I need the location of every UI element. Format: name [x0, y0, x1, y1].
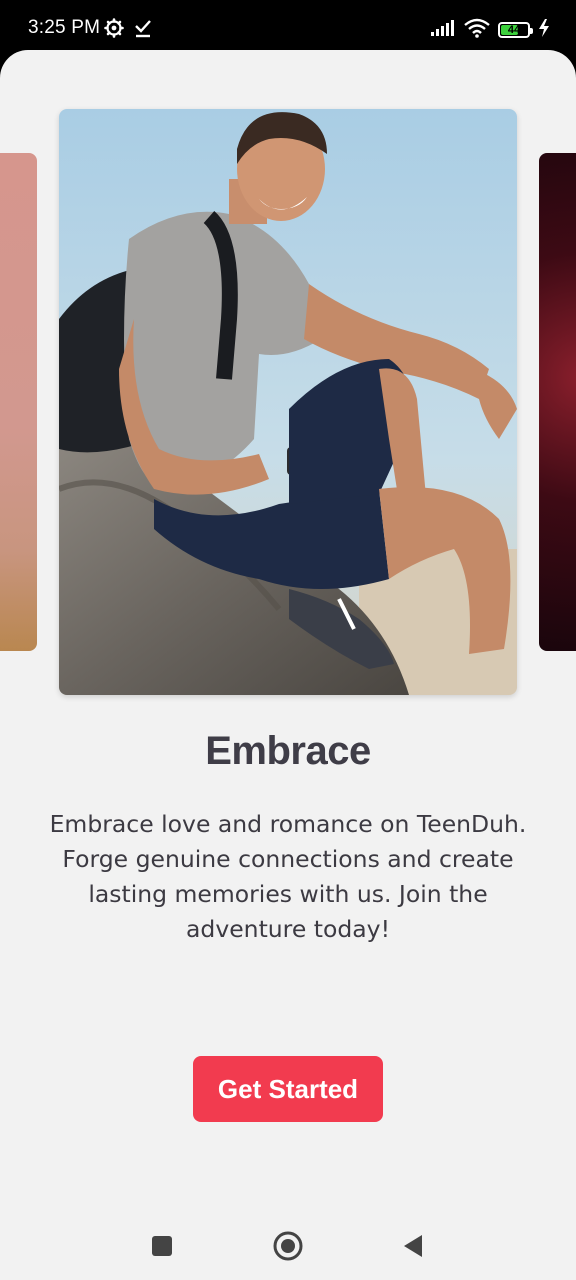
- signal-icon: [430, 19, 456, 41]
- home-icon[interactable]: [270, 1228, 306, 1264]
- recent-apps-icon[interactable]: [144, 1228, 180, 1264]
- download-done-icon: [134, 18, 152, 42]
- get-started-button[interactable]: Get Started: [193, 1056, 383, 1122]
- wifi-icon: [464, 18, 490, 42]
- battery-level: 44: [507, 24, 521, 36]
- status-left-icons: [104, 18, 152, 42]
- onboarding-screen: Embrace Embrace love and romance on Teen…: [0, 50, 576, 1280]
- status-time: 3:25 PM: [28, 17, 101, 38]
- charging-bolt-icon: [538, 19, 550, 41]
- settings-gear-icon: [104, 18, 124, 42]
- page-title: Embrace: [205, 729, 371, 773]
- carousel-card-left[interactable]: [0, 153, 37, 651]
- status-right-icons: 44: [430, 18, 550, 42]
- carousel-card-center[interactable]: [59, 109, 517, 695]
- carousel-card-right[interactable]: [539, 153, 576, 651]
- page-description: Embrace love and romance on TeenDuh. For…: [49, 810, 527, 943]
- system-nav-bar: [0, 1200, 576, 1280]
- back-icon[interactable]: [394, 1228, 430, 1264]
- battery-icon: 44: [498, 22, 533, 38]
- profile-photo: [59, 109, 517, 695]
